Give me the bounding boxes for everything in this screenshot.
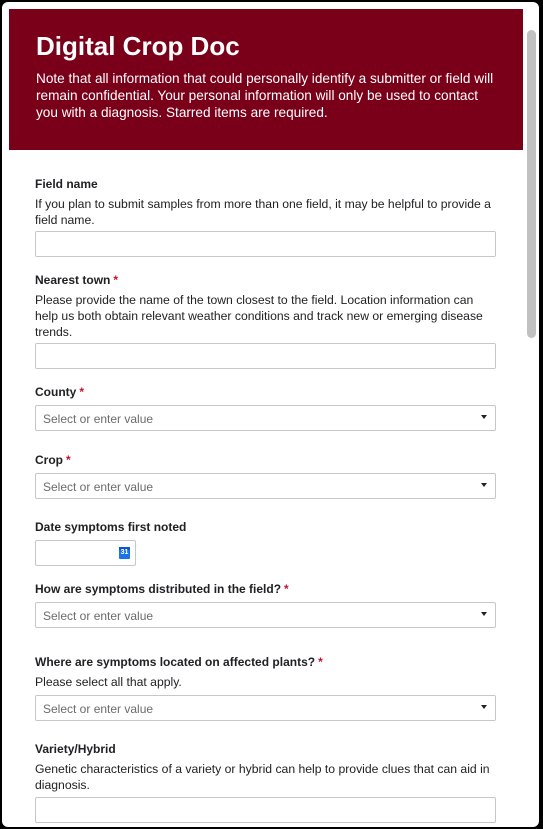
distribution-label: How are symptoms distributed in the fiel… xyxy=(35,582,282,596)
required-asterisk: * xyxy=(284,582,289,596)
location-label: Where are symptoms located on affected p… xyxy=(35,655,316,669)
required-asterisk: * xyxy=(79,385,84,399)
variety-input[interactable] xyxy=(35,797,496,823)
county-placeholder: Select or enter value xyxy=(43,412,154,426)
crop-label: Crop xyxy=(35,453,63,467)
nearest-town-help: Please provide the name of the town clos… xyxy=(35,293,483,339)
field-name-group: Field name If you plan to submit samples… xyxy=(35,177,497,228)
date-label: Date symptoms first noted xyxy=(35,520,187,534)
nearest-town-input[interactable] xyxy=(35,343,496,369)
crop-group: Crop * xyxy=(35,453,497,468)
dropdown-arrow-icon xyxy=(481,612,487,616)
date-group: Date symptoms first noted xyxy=(35,520,497,535)
form-window: Digital Crop Doc Note that all informati… xyxy=(2,2,539,827)
crop-placeholder: Select or enter value xyxy=(43,480,154,494)
field-name-input[interactable] xyxy=(35,231,496,257)
location-select[interactable]: Select or enter value xyxy=(35,695,496,721)
distribution-placeholder: Select or enter value xyxy=(43,609,154,623)
required-asterisk: * xyxy=(318,655,323,669)
scrollbar-thumb[interactable] xyxy=(527,30,536,338)
nearest-town-label: Nearest town xyxy=(35,273,111,287)
required-asterisk: * xyxy=(113,273,119,287)
distribution-select[interactable]: Select or enter value xyxy=(35,602,496,628)
location-group: Where are symptoms located on affected p… xyxy=(35,655,497,690)
dropdown-arrow-icon xyxy=(481,483,487,487)
field-name-help: If you plan to submit samples from more … xyxy=(35,197,491,227)
crop-select[interactable]: Select or enter value xyxy=(35,473,496,499)
field-name-label: Field name xyxy=(35,177,98,191)
variety-group: Variety/Hybrid Genetic characteristics o… xyxy=(35,742,497,793)
distribution-group: How are symptoms distributed in the fiel… xyxy=(35,582,497,597)
county-group: County * xyxy=(35,385,497,400)
variety-help: Genetic characteristics of a variety or … xyxy=(35,762,490,792)
dropdown-arrow-icon xyxy=(481,705,487,709)
county-select[interactable]: Select or enter value xyxy=(35,405,496,431)
variety-label: Variety/Hybrid xyxy=(35,742,116,756)
calendar-icon[interactable]: 31 xyxy=(119,547,130,559)
calendar-icon-day: 31 xyxy=(120,549,129,556)
required-asterisk: * xyxy=(66,453,71,467)
date-input[interactable]: 31 xyxy=(35,540,136,566)
location-help: Please select all that apply. xyxy=(35,675,182,689)
county-label: County xyxy=(35,385,77,399)
page-title: Digital Crop Doc xyxy=(36,31,240,61)
form-header: Digital Crop Doc Note that all informati… xyxy=(9,9,523,150)
nearest-town-group: Nearest town * Please provide the name of… xyxy=(35,273,497,340)
location-placeholder: Select or enter value xyxy=(43,702,154,716)
confidentiality-note: Note that all information that could per… xyxy=(36,71,494,120)
dropdown-arrow-icon xyxy=(481,415,487,419)
